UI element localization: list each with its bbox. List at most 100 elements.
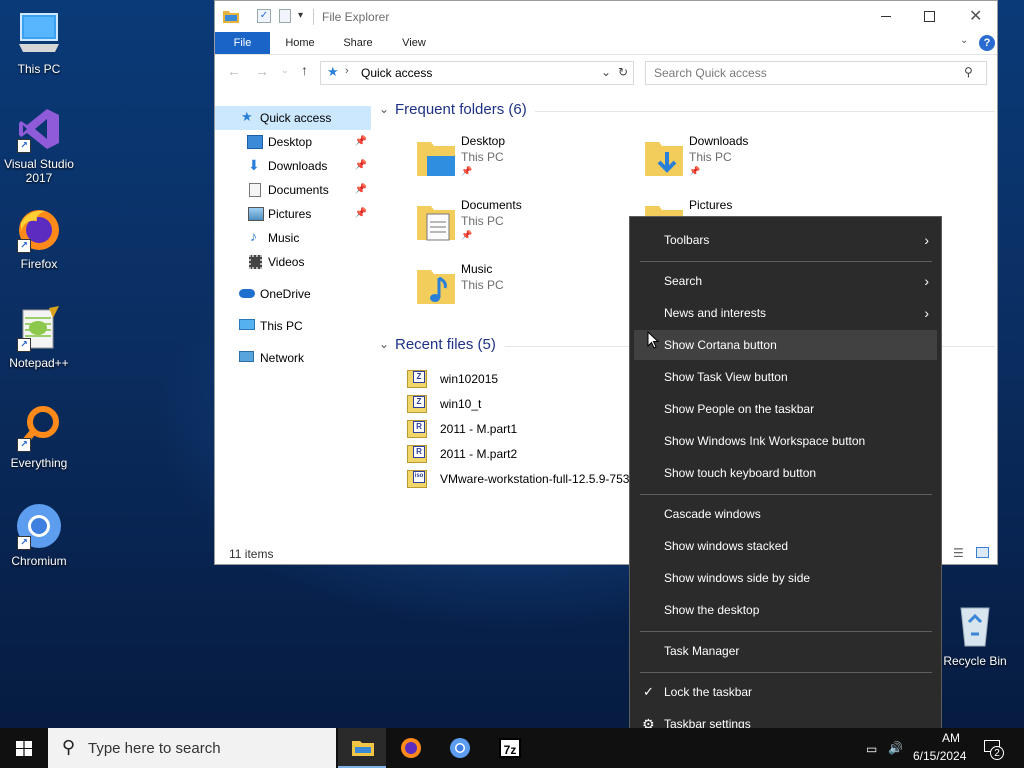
file-name: win102015 bbox=[440, 372, 499, 386]
desktop-icon-notepad-plus-plus[interactable]: ↗ Notepad++ bbox=[0, 304, 78, 370]
menu-item-lock-taskbar[interactable]: ✓ Lock the taskbar bbox=[634, 677, 937, 707]
menu-item-cascade-windows[interactable]: Cascade windows bbox=[634, 499, 937, 529]
recent-collapse-chevron-icon[interactable]: ⌄ bbox=[379, 337, 389, 351]
menu-item-show-task-view-button[interactable]: Show Task View button bbox=[634, 362, 937, 392]
tab-view[interactable]: View bbox=[391, 32, 437, 54]
downloads-folder-icon bbox=[643, 138, 685, 176]
minimize-button[interactable] bbox=[871, 1, 916, 31]
nav-item-label: Desktop bbox=[268, 135, 313, 149]
menu-item-show-cortana-button[interactable]: Show Cortana button bbox=[634, 330, 937, 360]
taskbar-search-input[interactable]: Type here to search bbox=[88, 740, 221, 757]
tab-share[interactable]: Share bbox=[335, 32, 381, 54]
address-bar[interactable]: ★ › Quick access ⌄ bbox=[320, 61, 634, 85]
recent-locations-chevron-icon[interactable]: ⌄ bbox=[281, 65, 289, 76]
frequent-folders-heading[interactable]: Frequent folders (6) bbox=[395, 101, 527, 118]
menu-item-show-touch-keyboard[interactable]: Show touch keyboard button bbox=[634, 458, 937, 488]
taskbar-search-box[interactable]: ⚲ Type here to search bbox=[48, 728, 336, 768]
maximize-button[interactable] bbox=[916, 1, 961, 31]
notification-count-badge: 2 bbox=[990, 746, 1004, 760]
frequent-folder-documents[interactable]: Documents This PC 📌 bbox=[415, 198, 615, 254]
forward-arrow-icon[interactable]: → bbox=[255, 63, 269, 79]
desktop-icon-label: This PC bbox=[17, 62, 61, 76]
pin-icon: 📌 bbox=[354, 184, 367, 195]
tab-file[interactable]: File bbox=[215, 32, 270, 54]
menu-separator bbox=[640, 631, 932, 632]
status-item-count: 11 items bbox=[229, 547, 274, 561]
title-separator bbox=[313, 9, 314, 25]
desktop-icon-this-pc[interactable]: This PC bbox=[0, 10, 78, 76]
menu-item-show-ink-workspace[interactable]: Show Windows Ink Workspace button bbox=[634, 426, 937, 456]
network-icon bbox=[239, 351, 254, 362]
archive-badge: Z bbox=[413, 371, 425, 383]
up-arrow-icon[interactable]: ↑ bbox=[301, 62, 308, 78]
details-view-icon[interactable]: ☰ bbox=[953, 546, 964, 560]
menu-item-toolbars[interactable]: Toolbars › bbox=[634, 225, 937, 255]
nav-item-onedrive[interactable]: OneDrive bbox=[215, 282, 371, 306]
qat-new-folder-icon[interactable] bbox=[279, 9, 291, 23]
refresh-icon: ↻ bbox=[618, 65, 629, 79]
nav-item-documents[interactable]: Documents 📌 bbox=[215, 178, 371, 202]
quick-access-star-icon: ★ bbox=[241, 109, 253, 124]
nav-item-desktop[interactable]: Desktop 📌 bbox=[215, 130, 371, 154]
nav-item-music[interactable]: ♪ Music bbox=[215, 226, 371, 250]
archive-7z-icon: Z bbox=[407, 370, 427, 388]
menu-item-show-desktop[interactable]: Show the desktop bbox=[634, 595, 937, 625]
help-icon[interactable]: ? bbox=[979, 35, 995, 51]
menu-item-show-windows-stacked[interactable]: Show windows stacked bbox=[634, 531, 937, 561]
nav-item-videos[interactable]: Videos bbox=[215, 250, 371, 274]
archive-iso-icon: iso bbox=[407, 470, 427, 488]
tray-network-icon[interactable]: ▭ bbox=[866, 742, 877, 756]
desktop-icon-everything[interactable]: ↗ Everything bbox=[0, 404, 78, 470]
back-arrow-icon[interactable]: ← bbox=[227, 63, 241, 79]
frequent-folder-downloads[interactable]: Downloads This PC 📌 bbox=[643, 134, 843, 190]
videos-icon bbox=[249, 255, 262, 269]
nav-item-downloads[interactable]: ⬇ Downloads 📌 bbox=[215, 154, 371, 178]
nav-item-pictures[interactable]: Pictures 📌 bbox=[215, 202, 371, 226]
menu-item-news-and-interests[interactable]: News and interests › bbox=[634, 298, 937, 328]
firefox-icon bbox=[400, 737, 422, 759]
navigation-pane: ★ Quick access Desktop 📌 ⬇ Downloads 📌 D… bbox=[215, 101, 371, 531]
frequent-folder-music[interactable]: Music This PC bbox=[415, 262, 615, 318]
tray-volume-icon[interactable]: 🔊 bbox=[888, 741, 903, 755]
address-dropdown-chevron-icon[interactable]: ⌄ bbox=[601, 65, 611, 79]
qat-customize-chevron-icon[interactable]: ▾ bbox=[298, 10, 303, 21]
start-button[interactable] bbox=[0, 728, 48, 768]
frequent-collapse-chevron-icon[interactable]: ⌄ bbox=[379, 102, 389, 116]
qat-properties-icon[interactable]: ✓ bbox=[257, 9, 271, 23]
tab-home[interactable]: Home bbox=[277, 32, 323, 54]
search-icon: ⚲ bbox=[964, 65, 973, 79]
recent-files-heading[interactable]: Recent files (5) bbox=[395, 336, 496, 353]
ribbon-expand-chevron-icon[interactable]: ⌄ bbox=[960, 35, 968, 46]
desktop-icon-chromium[interactable]: ↗ Chromium bbox=[0, 502, 78, 568]
notification-center-button[interactable]: 2 bbox=[976, 728, 1024, 768]
nav-item-network[interactable]: Network bbox=[215, 346, 371, 370]
nav-item-label: Videos bbox=[268, 255, 305, 269]
taskbar-chromium[interactable] bbox=[436, 728, 484, 768]
refresh-button[interactable]: ↻ bbox=[615, 61, 634, 85]
close-button[interactable]: ✕ bbox=[961, 1, 999, 31]
nav-item-this-pc[interactable]: This PC bbox=[215, 314, 371, 338]
menu-item-show-windows-side-by-side[interactable]: Show windows side by side bbox=[634, 563, 937, 593]
taskbar-7zip[interactable]: 7z bbox=[486, 728, 534, 768]
taskbar-file-explorer[interactable] bbox=[338, 728, 386, 768]
desktop-icon-recycle-bin[interactable]: Recycle Bin bbox=[936, 602, 1014, 668]
menu-item-search[interactable]: Search › bbox=[634, 266, 937, 296]
frequent-folder-desktop[interactable]: Desktop This PC 📌 bbox=[415, 134, 615, 190]
breadcrumb-separator-icon: › bbox=[345, 65, 349, 77]
chromium-icon bbox=[449, 737, 471, 759]
desktop-icon-visual-studio[interactable]: ↗ Visual Studio 2017 bbox=[0, 105, 78, 185]
taskbar-firefox[interactable] bbox=[387, 728, 435, 768]
folder-name: Music bbox=[461, 262, 493, 276]
clock-date[interactable]: 6/15/2024 bbox=[913, 749, 966, 763]
taskbar[interactable]: ⚲ Type here to search 7z ▭ 🔊 AM 6/15/202… bbox=[0, 728, 1024, 768]
large-icons-view-icon[interactable] bbox=[976, 547, 989, 558]
menu-item-show-people[interactable]: Show People on the taskbar bbox=[634, 394, 937, 424]
clock-time[interactable]: AM bbox=[942, 731, 960, 745]
menu-item-task-manager[interactable]: Task Manager bbox=[634, 636, 937, 666]
search-input[interactable]: Search Quick access bbox=[654, 66, 767, 80]
nav-item-quick-access[interactable]: ★ Quick access bbox=[215, 106, 371, 130]
explorer-title-bar[interactable]: ✓ ▾ File Explorer ✕ bbox=[215, 1, 997, 32]
menu-item-label: Show windows side by side bbox=[664, 571, 811, 585]
desktop-icon-firefox[interactable]: ↗ Firefox bbox=[0, 205, 78, 271]
search-box[interactable]: Search Quick access ⚲ bbox=[645, 61, 987, 85]
